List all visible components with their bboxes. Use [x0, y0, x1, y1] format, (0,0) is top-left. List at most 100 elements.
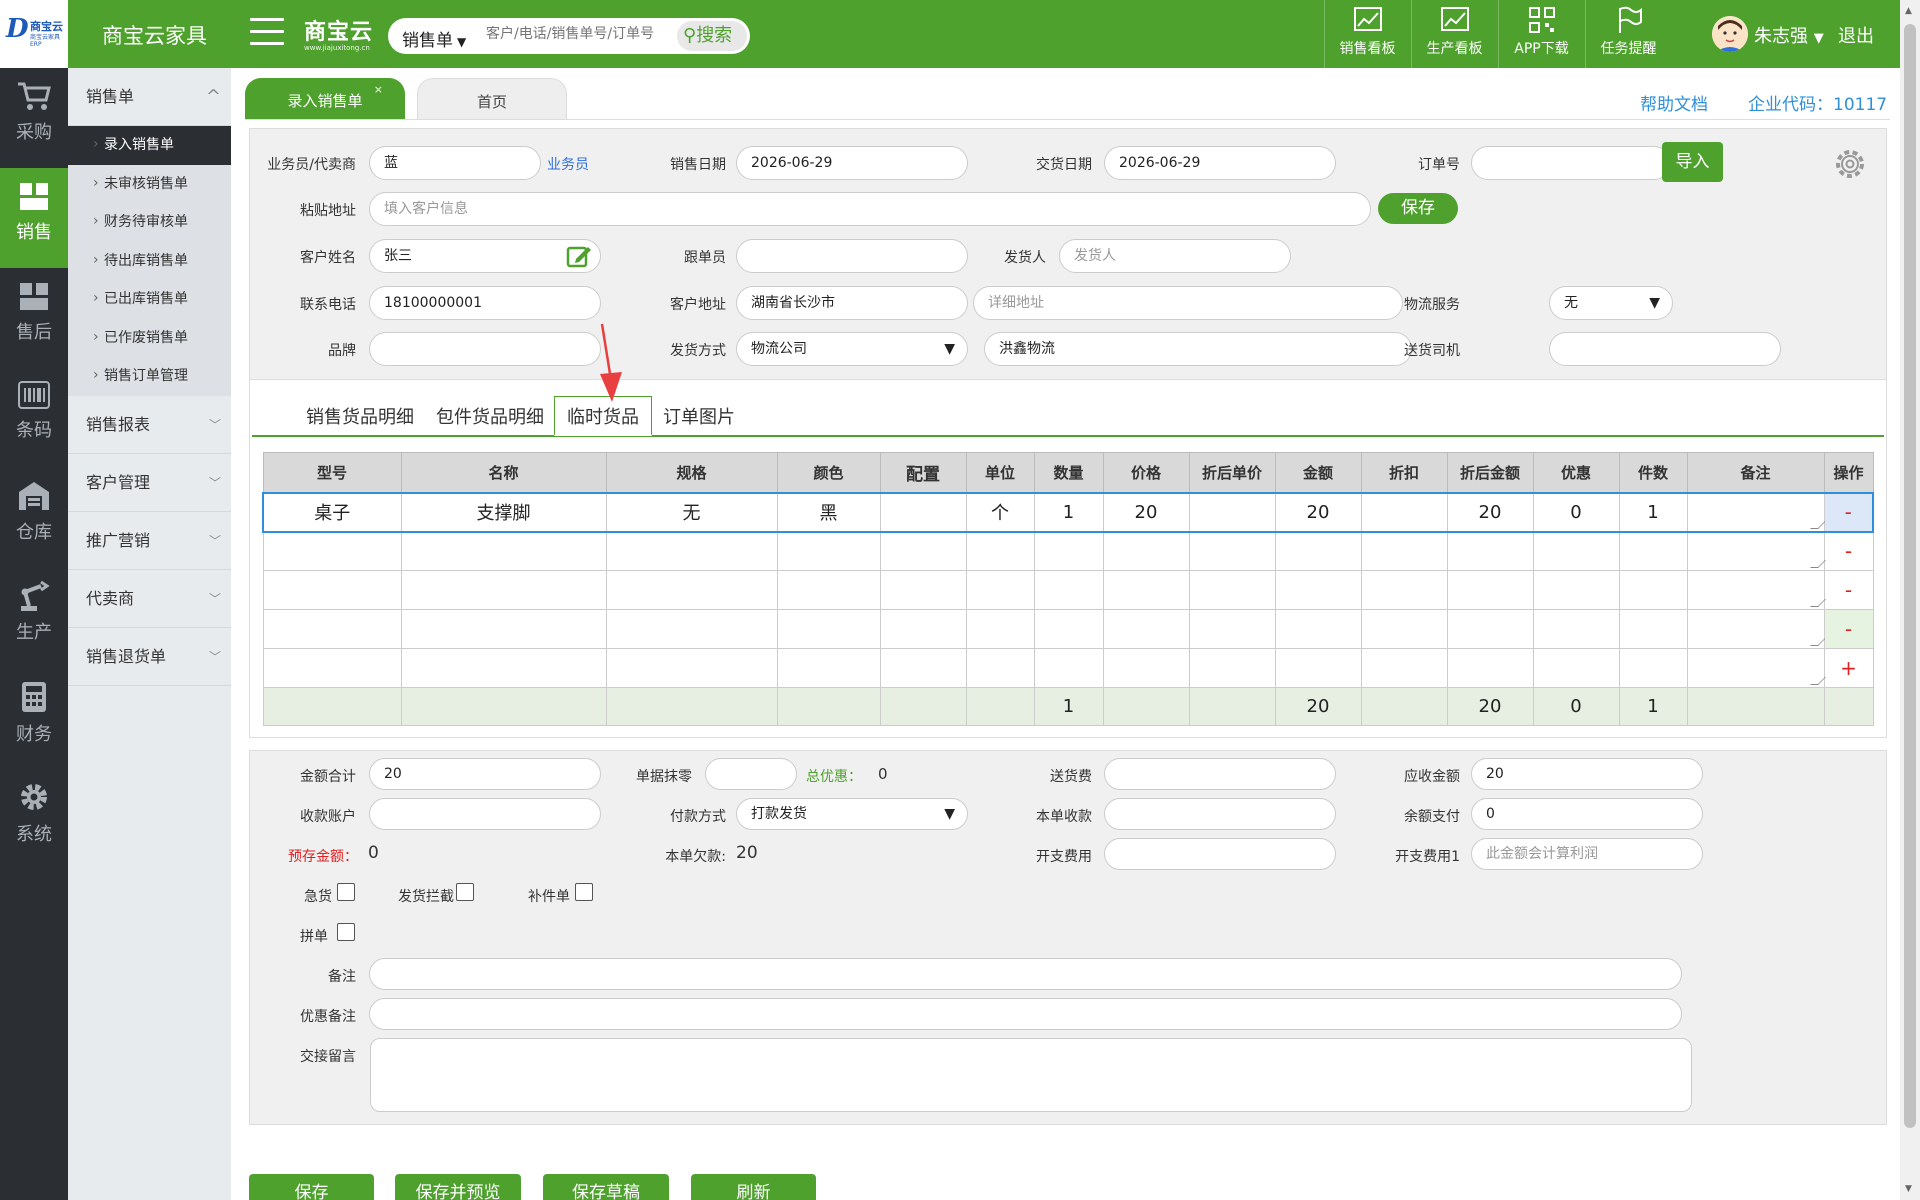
- cell-discount-rate[interactable]: [1360, 570, 1448, 610]
- expense-field[interactable]: [1104, 838, 1336, 870]
- nav-task-reminder[interactable]: 任务提醒: [1585, 0, 1671, 68]
- cell-qty[interactable]: [1033, 531, 1104, 571]
- supplement-checkbox[interactable]: [575, 883, 593, 901]
- menu-group-sales-return[interactable]: 销售退货单 ﹀: [68, 628, 231, 686]
- nav-app-download[interactable]: APP下载: [1498, 0, 1584, 68]
- sidebar-item-outbound[interactable]: 已出库销售单: [68, 279, 231, 319]
- ship-company-field[interactable]: 洪鑫物流: [984, 332, 1412, 366]
- cell-price[interactable]: [1102, 648, 1190, 688]
- add-row-button[interactable]: +: [1823, 648, 1874, 688]
- shipper-field[interactable]: 发货人: [1059, 239, 1291, 273]
- cell-config[interactable]: [879, 609, 967, 649]
- sidebar-item-voided[interactable]: 已作废销售单: [68, 318, 231, 358]
- cell-disc-amount[interactable]: [1446, 531, 1534, 571]
- cell-amount[interactable]: [1274, 648, 1362, 688]
- cell-amount[interactable]: [1274, 570, 1362, 610]
- ship-method-select[interactable]: 物流公司 ▼: [736, 332, 968, 366]
- sidebar-item-pending-outbound[interactable]: 待出库销售单: [68, 241, 231, 281]
- search-type-select[interactable]: 销售单 ▼: [402, 26, 466, 51]
- module-after-sales[interactable]: 售后: [0, 268, 68, 368]
- page-scrollbar[interactable]: ▲ ▼: [1900, 0, 1920, 1200]
- cell-remark[interactable]: [1686, 491, 1826, 533]
- cell-unit[interactable]: [965, 609, 1035, 649]
- cell-discount[interactable]: [1532, 648, 1620, 688]
- tab-sales-items[interactable]: 销售货品明细: [306, 402, 414, 436]
- delivery-fee-field[interactable]: [1104, 758, 1336, 790]
- this-receipt-field[interactable]: [1104, 798, 1336, 830]
- cell-pieces[interactable]: [1618, 531, 1688, 571]
- order-no-field[interactable]: [1471, 146, 1671, 180]
- search-input[interactable]: [486, 26, 662, 42]
- cell-color[interactable]: [776, 648, 881, 688]
- tab-enter-sales-order[interactable]: 录入销售单 ×: [245, 78, 405, 120]
- cell-name[interactable]: [400, 609, 607, 649]
- cell-discount-rate[interactable]: [1360, 531, 1448, 571]
- menu-toggle-icon[interactable]: [250, 18, 284, 48]
- handover-textarea[interactable]: [370, 1038, 1692, 1112]
- cell-color[interactable]: [776, 609, 881, 649]
- cell-amount[interactable]: [1274, 609, 1362, 649]
- address-detail-field[interactable]: 详细地址: [973, 286, 1403, 320]
- cell-config[interactable]: [879, 531, 967, 571]
- cell-discount-rate[interactable]: [1360, 609, 1448, 649]
- cell-model[interactable]: [262, 531, 402, 571]
- cell-config[interactable]: [879, 491, 967, 533]
- cell-spec[interactable]: [605, 531, 778, 571]
- nav-production-board[interactable]: 生产看板: [1411, 0, 1497, 68]
- cell-discount[interactable]: [1532, 531, 1620, 571]
- cell-remark[interactable]: [1686, 648, 1826, 688]
- module-system[interactable]: 系统: [0, 768, 68, 868]
- cell-disc-price[interactable]: [1188, 531, 1276, 571]
- cell-qty[interactable]: [1033, 570, 1104, 610]
- sidebar-item-order-management[interactable]: 销售订单管理: [68, 356, 231, 396]
- cell-remark[interactable]: [1686, 609, 1826, 649]
- avatar[interactable]: [1712, 16, 1748, 52]
- expense1-field[interactable]: 此金额会计算利润: [1471, 838, 1703, 870]
- tab-order-images[interactable]: 订单图片: [663, 402, 735, 436]
- help-docs-link[interactable]: 帮助文档: [1640, 90, 1708, 115]
- cell-disc-amount[interactable]: [1446, 609, 1534, 649]
- cell-model[interactable]: 桌子: [262, 491, 402, 533]
- cell-remark[interactable]: [1686, 570, 1826, 610]
- save-draft-button[interactable]: 保存草稿: [543, 1174, 669, 1200]
- remove-row-button[interactable]: -: [1823, 531, 1874, 571]
- cell-disc-price[interactable]: [1188, 609, 1276, 649]
- cell-price[interactable]: [1102, 570, 1190, 610]
- total-field[interactable]: 20: [369, 758, 601, 790]
- remove-row-button[interactable]: -: [1823, 570, 1874, 610]
- remark-field[interactable]: [369, 958, 1682, 990]
- cell-price[interactable]: [1102, 531, 1190, 571]
- sale-date-field[interactable]: 2026-06-29: [736, 146, 968, 180]
- menu-group-agent[interactable]: 代卖商 ﹀: [68, 570, 231, 628]
- urgent-checkbox[interactable]: [337, 883, 355, 901]
- cell-pieces[interactable]: [1618, 570, 1688, 610]
- menu-group-customer[interactable]: 客户管理 ﹀: [68, 454, 231, 512]
- cell-name[interactable]: [400, 648, 607, 688]
- address-field[interactable]: 湖南省长沙市: [736, 286, 968, 320]
- save-address-button[interactable]: 保存: [1378, 193, 1458, 224]
- module-production[interactable]: 生产: [0, 568, 68, 668]
- cell-unit[interactable]: [965, 648, 1035, 688]
- cell-remark[interactable]: [1686, 531, 1826, 571]
- cell-name[interactable]: 支撑脚: [400, 491, 607, 533]
- menu-group-sales-report[interactable]: 销售报表 ﹀: [68, 396, 231, 454]
- import-button[interactable]: 导入: [1662, 142, 1723, 182]
- cell-spec[interactable]: [605, 609, 778, 649]
- discount-remark-field[interactable]: [369, 998, 1682, 1030]
- account-field[interactable]: [369, 798, 601, 830]
- cell-color[interactable]: 黑: [776, 491, 881, 533]
- search-button[interactable]: ⚲搜索: [677, 21, 747, 51]
- salesman-field[interactable]: 蓝: [369, 146, 541, 180]
- cell-discount-rate[interactable]: [1360, 648, 1448, 688]
- phone-field[interactable]: 18100000001: [369, 286, 601, 320]
- module-purchase[interactable]: 采购: [0, 68, 68, 168]
- cell-disc-amount[interactable]: 20: [1446, 491, 1534, 533]
- save-button[interactable]: 保存: [249, 1174, 374, 1200]
- cell-color[interactable]: [776, 531, 881, 571]
- cell-unit[interactable]: 个: [965, 491, 1035, 533]
- cell-discount[interactable]: [1532, 570, 1620, 610]
- close-icon[interactable]: ×: [374, 84, 383, 95]
- cell-spec[interactable]: [605, 570, 778, 610]
- menu-group-sales-order[interactable]: 销售单 ^: [68, 68, 231, 126]
- round-field[interactable]: [705, 758, 797, 790]
